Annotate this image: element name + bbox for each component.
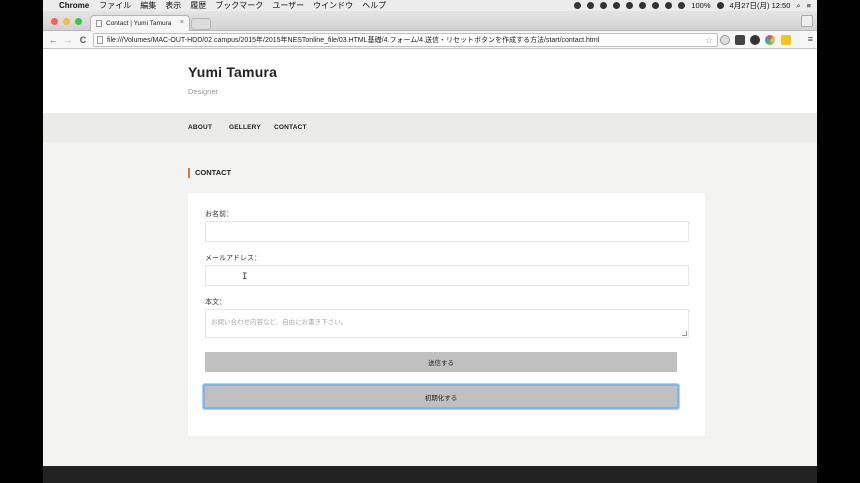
new-tab-button[interactable] (191, 18, 211, 30)
name-field[interactable] (205, 221, 689, 242)
extension-icon[interactable] (750, 35, 760, 45)
tab-bar: Contact | Yumi Tamura × (43, 11, 817, 31)
dropbox-icon[interactable] (587, 2, 595, 9)
extension-icon[interactable] (781, 35, 791, 45)
battery-icon[interactable] (716, 2, 724, 9)
nav-gellery[interactable]: GELLERY (229, 124, 261, 131)
message-placeholder: お問い合わせ内容など、自由にお書き下さい。 (211, 319, 348, 326)
menu-window[interactable]: ウインドウ (313, 0, 353, 11)
nav-contact[interactable]: CONTACT (274, 124, 307, 131)
nav-about[interactable]: ABOUT (188, 124, 212, 131)
message-label: 本文： (205, 299, 226, 306)
tab-title: Contact | Yumi Tamura (106, 20, 172, 27)
email-label: メールアドレス： (205, 255, 261, 262)
name-label: お名前： (205, 211, 233, 218)
window-controls (51, 18, 82, 25)
back-icon[interactable]: ← (48, 35, 58, 45)
chrome-window: Contact | Yumi Tamura × ← → C file:///Vo… (43, 11, 817, 483)
gear-icon[interactable] (639, 2, 647, 9)
site-footer (43, 466, 817, 483)
reset-button[interactable]: 初期化する (203, 384, 679, 409)
reload-icon[interactable]: C (78, 35, 88, 45)
section-title: CONTACT (188, 168, 231, 178)
address-bar[interactable]: file:///Volumes/MAC-OUT-HDD/02.campus/20… (93, 33, 718, 47)
zoom-window-button[interactable] (75, 18, 82, 25)
volume-icon[interactable] (665, 2, 673, 9)
user-profile-icon[interactable] (801, 15, 813, 27)
site-title[interactable]: Yumi Tamura (188, 64, 277, 80)
menu-edit[interactable]: 編集 (140, 0, 156, 11)
menu-view[interactable]: 表示 (165, 0, 181, 11)
spotlight-icon[interactable]: ⌕ (796, 1, 800, 11)
bluetooth-icon[interactable] (652, 2, 660, 9)
page-icon (97, 36, 103, 44)
status-icon[interactable] (574, 2, 582, 9)
color-picker-icon[interactable] (765, 35, 775, 45)
email-field[interactable] (205, 265, 689, 286)
contact-form: お名前： メールアドレス： 本文： お問い合わせ内容など、自由にお書き下さい。 … (188, 193, 705, 436)
mac-menubar: Chrome ファイル 編集 表示 履歴 ブックマーク ユーザー ウインドウ ヘ… (43, 0, 817, 11)
extension-icon[interactable] (720, 35, 730, 45)
battery-text: 100% (691, 1, 711, 10)
close-window-button[interactable] (51, 18, 58, 25)
notification-center-icon[interactable]: ≡ (807, 1, 811, 10)
menubar-app-name[interactable]: Chrome (59, 1, 89, 10)
menu-history[interactable]: 履歴 (190, 0, 206, 11)
minimize-window-button[interactable] (63, 18, 70, 25)
menu-user[interactable]: ユーザー (272, 0, 304, 11)
menu-file[interactable]: ファイル (99, 0, 131, 11)
bookmark-icon[interactable] (613, 2, 621, 9)
tab-close-icon[interactable]: × (180, 19, 184, 26)
menu-help[interactable]: ヘルプ (362, 0, 386, 11)
arrow-icon[interactable] (626, 2, 634, 9)
site-nav: ABOUT GELLERY CONTACT (43, 113, 817, 142)
browser-toolbar: ← → C file:///Volumes/MAC-OUT-HDD/02.cam… (43, 31, 817, 49)
screen: Chrome ファイル 編集 表示 履歴 ブックマーク ユーザー ウインドウ ヘ… (0, 0, 860, 483)
dropbox-icon[interactable] (600, 2, 608, 9)
resize-handle-icon[interactable] (682, 331, 687, 336)
site-description: Designer (188, 87, 219, 96)
address-url[interactable]: file:///Volumes/MAC-OUT-HDD/02.campus/20… (107, 35, 599, 45)
bookmark-star-icon[interactable]: ☆ (705, 35, 713, 46)
browser-tab[interactable]: Contact | Yumi Tamura × (90, 15, 190, 31)
web-page: Yumi Tamura Designer ABOUT GELLERY CONTA… (43, 50, 817, 483)
menu-bookmarks[interactable]: ブックマーク (215, 0, 263, 11)
chrome-menu-icon[interactable]: ≡ (808, 34, 813, 44)
wifi-icon[interactable] (678, 2, 686, 9)
page-icon (96, 20, 102, 27)
menubar-status: 100% 4月27日(月) 12:50 ⌕ ≡ (574, 0, 811, 11)
evernote-icon[interactable] (735, 35, 745, 45)
submit-button[interactable]: 送信する (205, 352, 677, 372)
text-cursor-icon: I (242, 272, 248, 282)
clock[interactable]: 4月27日(月) 12:50 (730, 0, 791, 11)
forward-icon[interactable]: → (63, 35, 73, 45)
site-header: Yumi Tamura Designer (43, 50, 817, 113)
message-textarea[interactable]: お問い合わせ内容など、自由にお書き下さい。 (205, 309, 689, 338)
